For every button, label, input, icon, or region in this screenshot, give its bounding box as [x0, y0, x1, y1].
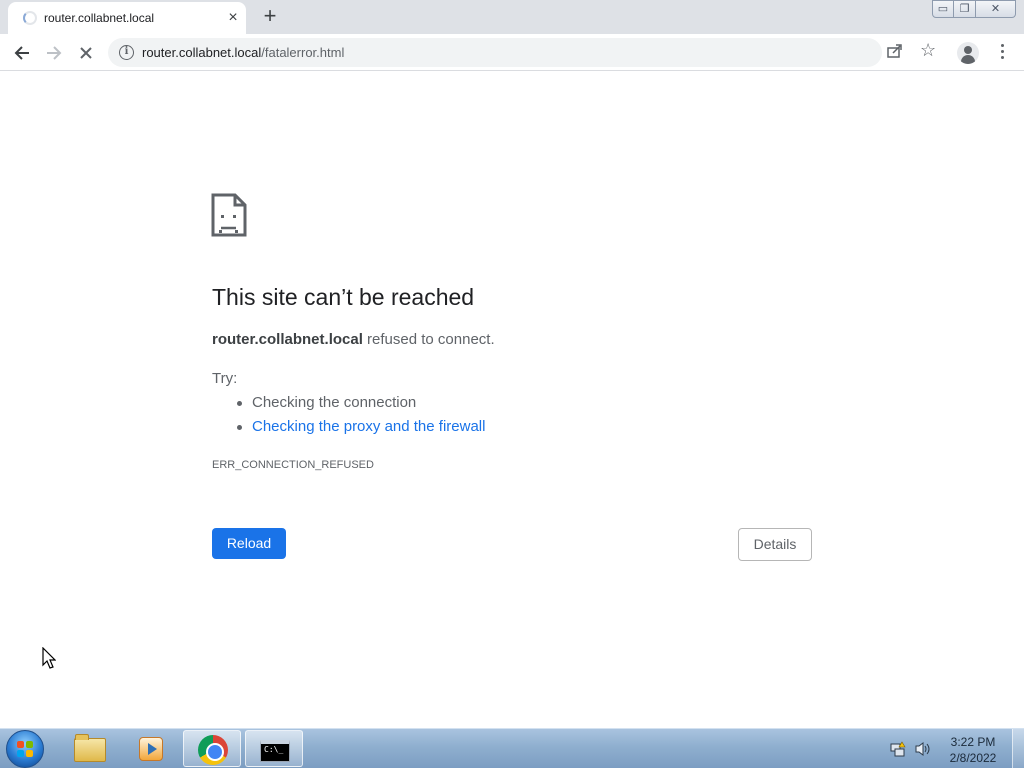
url-host: router.collabnet.local	[142, 45, 262, 60]
profile-head	[964, 46, 972, 54]
suggestion-check-connection: Checking the connection	[236, 394, 485, 418]
show-desktop-button[interactable]	[1012, 729, 1024, 769]
menu-icon[interactable]	[994, 42, 1010, 64]
taskbar-explorer[interactable]	[60, 730, 118, 767]
window-controls: ▭ ❐ ✕	[932, 0, 1016, 18]
error-title: This site can’t be reached	[212, 284, 475, 310]
mouse-cursor-icon	[42, 646, 57, 674]
forward-arrow-icon[interactable]	[40, 39, 68, 67]
loading-spinner-icon	[23, 11, 37, 25]
folder-icon	[74, 734, 106, 762]
stop-loading-icon[interactable]	[72, 39, 100, 67]
tab-close-icon[interactable]: ×	[224, 9, 242, 27]
new-tab-button[interactable]: +	[258, 5, 282, 29]
sad-document-icon	[211, 193, 247, 242]
error-message: refused to connect.	[367, 331, 495, 348]
try-label: Try:	[212, 370, 238, 387]
windows-logo-icon	[17, 741, 34, 758]
volume-icon[interactable]	[914, 741, 932, 757]
clock-date: 2/8/2022	[949, 751, 997, 765]
taskbar-media-player[interactable]	[122, 730, 180, 767]
details-button[interactable]: Details	[738, 528, 812, 561]
taskbar-chrome[interactable]	[183, 730, 241, 767]
command-prompt-icon: C:\_	[260, 740, 290, 762]
suggestion-list: Checking the connection Checking the pro…	[236, 394, 485, 442]
network-icon[interactable]	[890, 741, 906, 757]
share-icon[interactable]	[886, 43, 902, 64]
error-host: router.collabnet.local	[212, 331, 363, 348]
media-player-icon	[139, 737, 163, 761]
url-text[interactable]: router.collabnet.local/fatalerror.html	[142, 45, 344, 60]
back-arrow-icon[interactable]	[8, 39, 36, 67]
close-window-button[interactable]: ✕	[976, 0, 1016, 18]
star-icon[interactable]: ☆	[920, 40, 936, 61]
reload-button[interactable]: Reload	[212, 528, 286, 559]
profile-body	[961, 55, 975, 64]
info-icon[interactable]: i	[119, 45, 134, 60]
taskbar-command-prompt[interactable]: C:\_	[245, 730, 303, 767]
address-bar[interactable]: i router.collabnet.local/fatalerror.html	[108, 38, 882, 67]
windows-taskbar: C:\_ 3:22 PM 2/8/2022	[0, 728, 1024, 769]
tab-strip: router.collabnet.local × + ▭ ❐ ✕	[0, 0, 1024, 34]
cmd-prompt-text: C:\_	[264, 745, 284, 754]
error-code: ERR_CONNECTION_REFUSED	[212, 459, 374, 471]
error-description: router.collabnet.local refused to connec…	[212, 331, 495, 348]
profile-icon[interactable]	[957, 42, 979, 64]
chrome-icon	[198, 735, 228, 765]
browser-toolbar: i router.collabnet.local/fatalerror.html…	[0, 34, 1024, 71]
minimize-button[interactable]: ▭	[932, 0, 954, 18]
browser-tab[interactable]: router.collabnet.local ×	[8, 2, 246, 34]
url-path: /fatalerror.html	[261, 45, 345, 60]
tab-title: router.collabnet.local	[44, 11, 155, 25]
clock-time: 3:22 PM	[950, 735, 996, 749]
start-button[interactable]	[6, 730, 44, 768]
error-page: This site can’t be reached router.collab…	[0, 72, 1024, 728]
system-clock[interactable]: 3:22 PM 2/8/2022	[940, 734, 1006, 766]
restore-button[interactable]: ❐	[954, 0, 976, 18]
suggestion-check-proxy-link[interactable]: Checking the proxy and the firewall	[236, 418, 485, 442]
